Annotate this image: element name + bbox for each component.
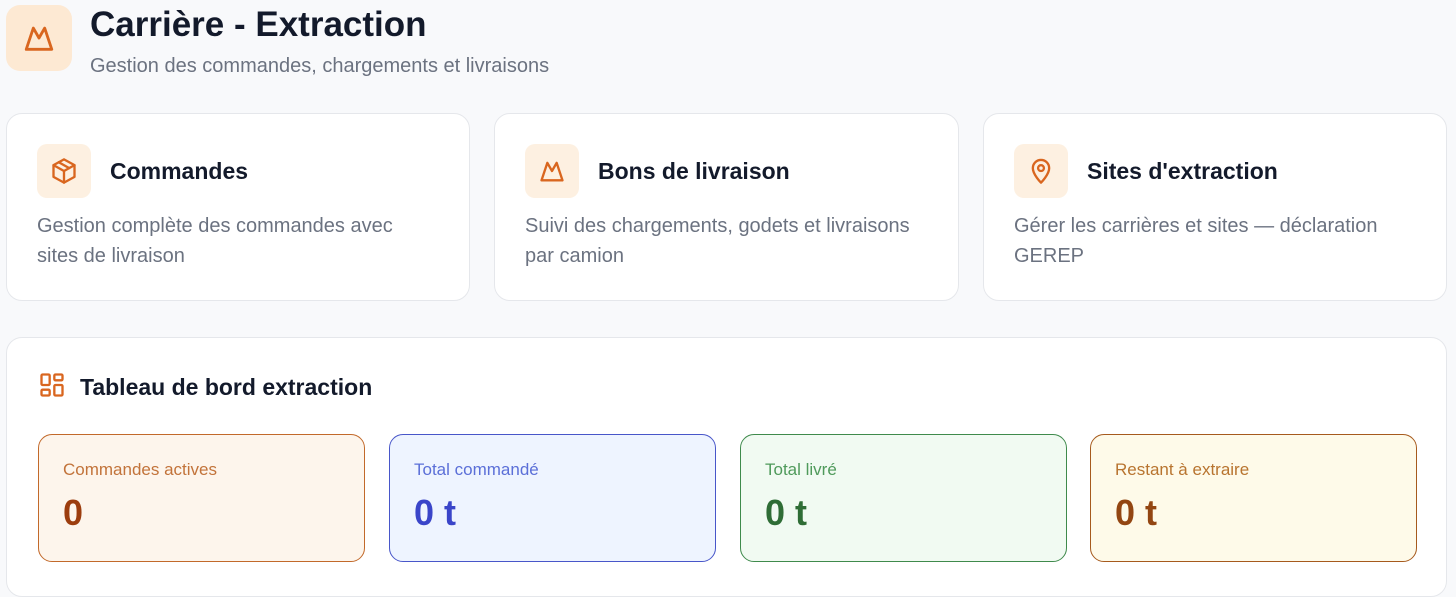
module-description: Gérer les carrières et sites — déclarati… — [1014, 215, 1378, 267]
mountain-icon — [6, 5, 72, 71]
stat-value: 0 — [63, 492, 84, 533]
stat-card-total-livre: Total livré 0 t — [740, 434, 1067, 562]
module-title: Bons de livraison — [598, 157, 790, 184]
dashboard-panel: Tableau de bord extraction Commandes act… — [6, 337, 1447, 597]
stat-value: 0 t — [1115, 492, 1158, 533]
page-title: Carrière - Extraction — [90, 5, 427, 44]
map-pin-icon — [1014, 144, 1068, 198]
module-card-bons-de-livraison[interactable]: Bons de livraison Suivi des chargements,… — [494, 113, 959, 301]
stat-label: Total commandé — [414, 460, 539, 479]
stat-card-commandes-actives: Commandes actives 0 — [38, 434, 365, 562]
module-card-sites-extraction[interactable]: Sites d'extraction Gérer les carrières e… — [983, 113, 1447, 301]
stat-card-total-commande: Total commandé 0 t — [389, 434, 716, 562]
stat-card-restant-a-extraire: Restant à extraire 0 t — [1090, 434, 1417, 562]
stat-value: 0 t — [765, 492, 808, 533]
mountain-icon — [525, 144, 579, 198]
stat-label: Total livré — [765, 460, 837, 479]
dashboard-title: Tableau de bord extraction — [80, 374, 373, 400]
dashboard-icon — [38, 371, 66, 404]
module-card-commandes[interactable]: Commandes Gestion complète des commandes… — [6, 113, 470, 301]
page-subtitle: Gestion des commandes, chargements et li… — [90, 55, 550, 77]
stat-label: Restant à extraire — [1115, 460, 1250, 479]
module-description: Suivi des chargements, godets et livrais… — [525, 215, 910, 267]
package-icon — [37, 144, 91, 198]
module-description: Gestion complète des commandes avec site… — [37, 215, 393, 267]
stat-value: 0 t — [414, 492, 457, 533]
page-header: Carrière - Extraction Gestion des comman… — [6, 5, 549, 78]
module-title: Commandes — [110, 157, 249, 184]
stat-label: Commandes actives — [63, 460, 218, 479]
module-title: Sites d'extraction — [1087, 157, 1278, 184]
